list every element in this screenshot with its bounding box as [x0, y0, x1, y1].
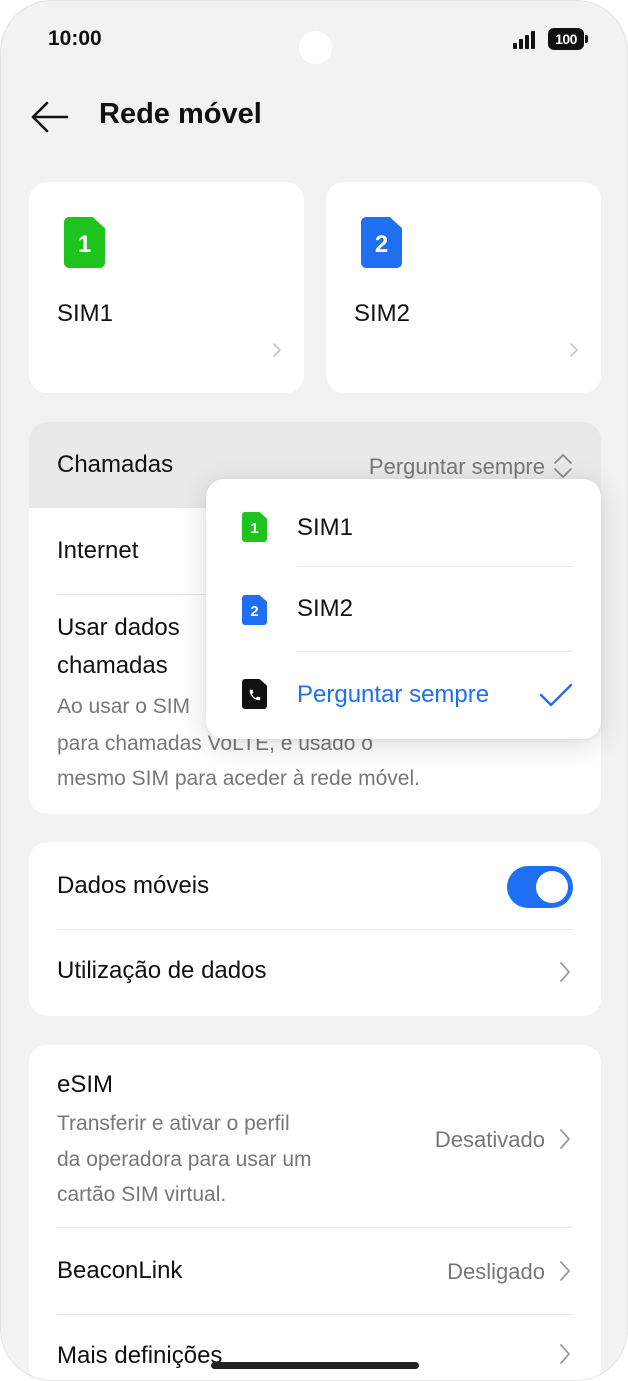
- sim1-icon: 1: [64, 217, 105, 268]
- signal-icon: [513, 31, 539, 49]
- more-settings-card: eSIM Transferir e ativar o perfil da ope…: [29, 1045, 601, 1380]
- camera-cutout: [299, 31, 332, 64]
- beaconlink-row[interactable]: BeaconLink Desligado: [29, 1228, 601, 1314]
- chevron-right-icon: [273, 343, 281, 357]
- usar-dados-desc-3: mesmo SIM para aceder à rede móvel.: [57, 767, 420, 790]
- utilizacao-label: Utilização de dados: [57, 957, 267, 984]
- checkmark-icon: [539, 683, 573, 707]
- utilizacao-row[interactable]: Utilização de dados: [29, 930, 601, 1016]
- sim2-card[interactable]: 2 SIM2: [326, 182, 601, 393]
- status-time: 10:00: [48, 27, 102, 50]
- esim-value: Desativado: [434, 1127, 545, 1152]
- mobile-data-card: Dados móveis Utilização de dados: [29, 842, 601, 1016]
- page-title: Rede móvel: [99, 98, 262, 130]
- sim2-icon: 2: [361, 217, 402, 268]
- esim-desc-2: da operadora para usar um: [57, 1148, 312, 1171]
- sim2-name: SIM2: [354, 300, 411, 327]
- esim-desc-1: Transferir e ativar o perfil: [57, 1112, 290, 1135]
- chevron-right-icon: [560, 1129, 570, 1149]
- chevron-up-down-icon: [554, 454, 572, 478]
- usar-dados-label-2: chamadas: [57, 652, 168, 679]
- phone-screen: 10:00 100 Rede móvel 1 SIM1 2 SIM2 Chama…: [0, 0, 628, 1381]
- home-indicator[interactable]: [211, 1362, 419, 1369]
- beaconlink-label: BeaconLink: [57, 1257, 183, 1284]
- chevron-right-icon: [560, 1344, 570, 1364]
- popup-sim1-label: SIM1: [297, 514, 354, 541]
- esim-row[interactable]: eSIM Transferir e ativar o perfil da ope…: [29, 1045, 601, 1228]
- mais-definicoes-row[interactable]: Mais definições: [29, 1315, 601, 1380]
- dados-moveis-toggle[interactable]: [507, 866, 573, 908]
- chamadas-value: Perguntar sempre: [368, 454, 545, 479]
- phone-sim-icon: [242, 679, 267, 709]
- popup-item-sim1[interactable]: 1 SIM1: [206, 484, 601, 568]
- mais-definicoes-label: Mais definições: [57, 1342, 223, 1369]
- chevron-right-icon: [560, 1261, 570, 1281]
- back-arrow-icon[interactable]: [29, 99, 69, 135]
- battery-icon: 100: [548, 28, 588, 50]
- chevron-right-icon: [560, 962, 570, 982]
- usar-dados-desc-1: Ao usar o SIM: [57, 695, 191, 718]
- sim1-card[interactable]: 1 SIM1: [29, 182, 304, 393]
- sim1-name: SIM1: [57, 300, 114, 327]
- esim-desc-3: cartão SIM virtual.: [57, 1183, 227, 1206]
- status-bar: 10:00 100: [1, 1, 627, 81]
- chevron-right-icon: [570, 343, 578, 357]
- sim2-icon: 2: [242, 595, 267, 625]
- chamadas-label: Chamadas: [57, 451, 174, 478]
- usar-dados-label-1: Usar dados: [57, 614, 180, 641]
- battery-level: 100: [555, 31, 577, 47]
- internet-label: Internet: [57, 537, 139, 564]
- popup-item-perguntar-sempre[interactable]: Perguntar sempre: [206, 652, 601, 736]
- beaconlink-value: Desligado: [447, 1259, 545, 1284]
- toggle-knob: [536, 871, 568, 903]
- calls-sim-popup-menu: 1 SIM1 2 SIM2 Perguntar sempre: [206, 479, 601, 739]
- popup-item-sim2[interactable]: 2 SIM2: [206, 567, 601, 651]
- sim1-icon: 1: [242, 512, 267, 542]
- dados-moveis-label: Dados móveis: [57, 872, 210, 899]
- popup-sim2-label: SIM2: [297, 595, 354, 622]
- dados-moveis-row[interactable]: Dados móveis: [29, 842, 601, 930]
- esim-label: eSIM: [57, 1071, 114, 1098]
- popup-perguntar-label: Perguntar sempre: [297, 681, 490, 708]
